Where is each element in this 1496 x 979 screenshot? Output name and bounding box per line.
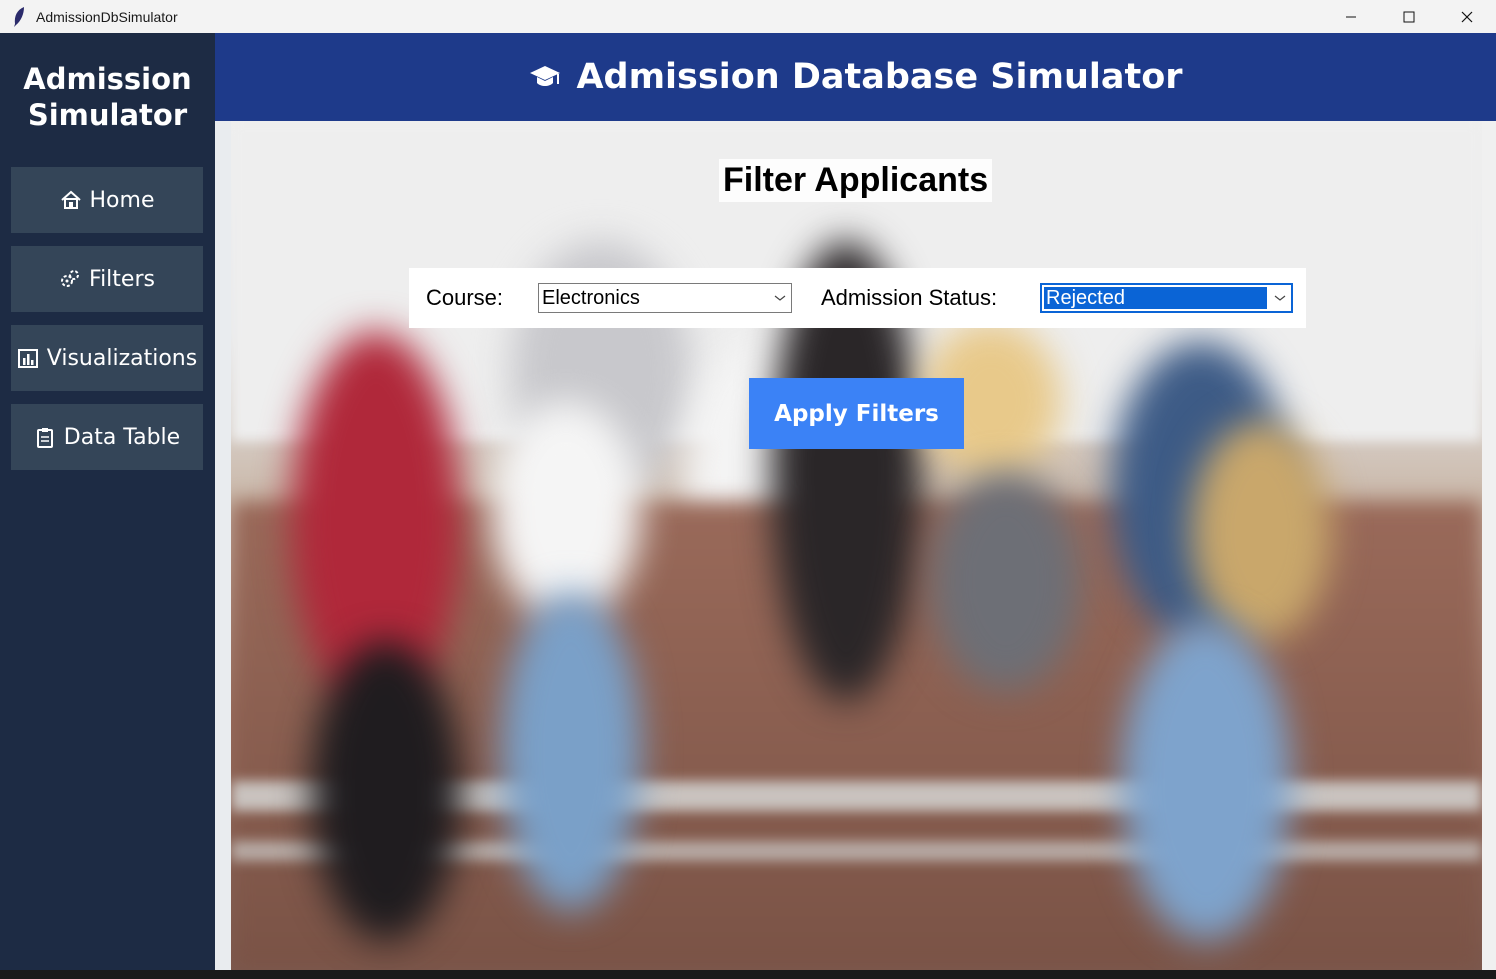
admission-status-select[interactable]: Rejected: [1040, 283, 1293, 313]
sidebar-title-line2: Simulator: [27, 98, 188, 132]
app-header: Admission Database Simulator: [215, 33, 1496, 121]
course-select-value: Electronics: [542, 286, 640, 309]
main-content: Filter Applicants Course: Electronics Ad…: [215, 121, 1496, 970]
sidebar: Admission Simulator Home Filters Visuali…: [0, 33, 215, 970]
admission-status-select-value: Rejected: [1044, 287, 1267, 309]
gears-icon: [59, 268, 81, 290]
maximize-button[interactable]: [1380, 0, 1438, 33]
sidebar-item-label: Data Table: [63, 424, 181, 450]
clipboard-icon: [34, 426, 56, 448]
window-controls: [1322, 0, 1496, 33]
graduation-cap-icon: [528, 62, 562, 92]
sidebar-item-label: Visualizations: [46, 345, 198, 371]
window-bottom-edge: [0, 970, 1496, 979]
chevron-down-icon: [769, 294, 791, 302]
bar-chart-icon: [17, 347, 39, 369]
sidebar-title: Admission Simulator: [0, 61, 215, 133]
sidebar-item-label: Filters: [89, 266, 155, 292]
background-photo: [231, 121, 1482, 970]
minimize-button[interactable]: [1322, 0, 1380, 33]
window-title: AdmissionDbSimulator: [36, 8, 178, 25]
chevron-down-icon: [1269, 294, 1291, 302]
sidebar-item-visualizations[interactable]: Visualizations: [11, 325, 203, 391]
feather-icon: [12, 6, 26, 28]
sidebar-item-data-table[interactable]: Data Table: [11, 404, 203, 470]
header-title: Admission Database Simulator: [576, 57, 1183, 97]
course-select[interactable]: Electronics: [538, 283, 792, 313]
sidebar-item-home[interactable]: Home: [11, 167, 203, 233]
sidebar-item-label: Home: [89, 187, 155, 213]
admission-status-label: Admission Status:: [821, 285, 998, 310]
house-icon: [60, 189, 82, 211]
right-edge: [1482, 121, 1496, 970]
close-button[interactable]: [1438, 0, 1496, 33]
sidebar-title-line1: Admission: [23, 62, 192, 96]
window-titlebar: AdmissionDbSimulator: [0, 0, 1496, 33]
filter-panel: Course: Electronics Admission Status: Re…: [409, 268, 1306, 328]
course-label: Course:: [426, 285, 504, 310]
apply-filters-button[interactable]: Apply Filters: [749, 378, 964, 449]
section-title: Filter Applicants: [719, 159, 993, 202]
sidebar-item-filters[interactable]: Filters: [11, 246, 203, 312]
